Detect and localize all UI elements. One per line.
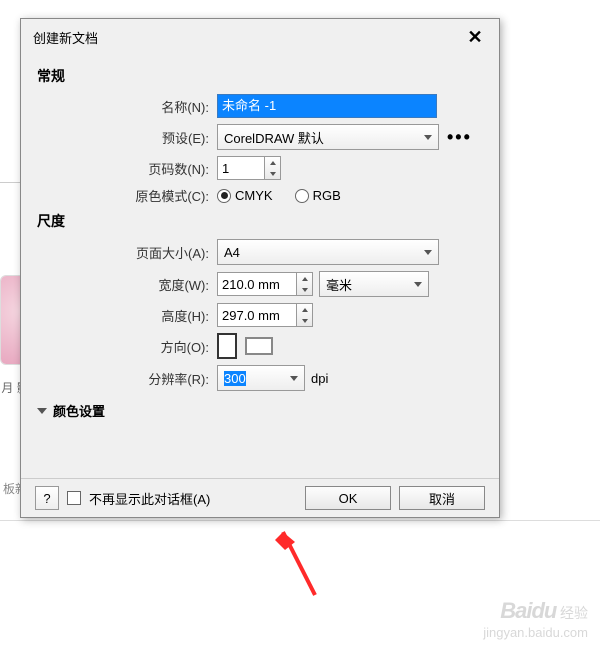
- section-general: 常规: [37, 66, 483, 86]
- help-button[interactable]: ?: [35, 486, 59, 510]
- chevron-down-icon: [424, 135, 432, 140]
- height-spinner[interactable]: 297.0 mm: [217, 303, 313, 327]
- new-document-dialog: 创建新文档 ✕ 常规 名称(N): 未命名 -1 预设(E): CorelDRA…: [20, 18, 500, 518]
- radio-cmyk[interactable]: CMYK: [217, 188, 273, 203]
- width-spinner[interactable]: 210.0 mm: [217, 272, 313, 296]
- radio-icon: [295, 189, 309, 203]
- spin-down-icon[interactable]: [297, 284, 312, 295]
- spin-down-icon[interactable]: [297, 315, 312, 326]
- resolution-label: 分辨率(R):: [37, 369, 217, 388]
- section-size: 尺度: [37, 211, 483, 231]
- page-size-combo[interactable]: A4: [217, 239, 439, 265]
- width-label: 宽度(W):: [37, 275, 217, 294]
- color-mode-label: 原色模式(C):: [37, 186, 217, 205]
- preset-label: 预设(E):: [37, 128, 217, 147]
- dont-show-label[interactable]: 不再显示此对话框(A): [89, 489, 210, 508]
- annotation-arrow: [265, 520, 325, 600]
- titlebar: 创建新文档 ✕: [21, 19, 499, 56]
- spin-down-icon[interactable]: [265, 168, 280, 179]
- pages-label: 页码数(N):: [37, 159, 217, 178]
- section-color-settings[interactable]: 颜色设置: [37, 401, 483, 420]
- radio-rgb[interactable]: RGB: [295, 188, 341, 203]
- preset-combo[interactable]: CorelDRAW 默认: [217, 124, 439, 150]
- page-size-label: 页面大小(A):: [37, 243, 217, 262]
- orientation-portrait[interactable]: [217, 333, 237, 359]
- chevron-down-icon: [414, 282, 422, 287]
- ok-button[interactable]: OK: [305, 486, 391, 510]
- spin-up-icon[interactable]: [297, 273, 312, 284]
- dialog-footer: ? 不再显示此对话框(A) OK 取消: [21, 478, 499, 517]
- spin-up-icon[interactable]: [297, 304, 312, 315]
- cancel-button[interactable]: 取消: [399, 486, 485, 510]
- watermark: Baidu 经验 jingyan.baidu.com: [483, 597, 588, 642]
- height-label: 高度(H):: [37, 306, 217, 325]
- orientation-label: 方向(O):: [37, 337, 217, 356]
- pages-spinner[interactable]: 1: [217, 156, 281, 180]
- resolution-unit: dpi: [311, 371, 328, 386]
- dialog-title: 创建新文档: [33, 28, 98, 47]
- caret-down-icon: [37, 408, 47, 414]
- chevron-down-icon: [424, 250, 432, 255]
- name-label: 名称(N):: [37, 97, 217, 116]
- close-button[interactable]: ✕: [463, 27, 487, 48]
- spin-up-icon[interactable]: [265, 157, 280, 168]
- unit-combo[interactable]: 毫米: [319, 271, 429, 297]
- orientation-landscape[interactable]: [245, 337, 273, 355]
- resolution-combo[interactable]: 300: [217, 365, 305, 391]
- radio-icon: [217, 189, 231, 203]
- preset-more-button[interactable]: •••: [447, 127, 472, 148]
- name-input[interactable]: 未命名 -1: [217, 94, 437, 118]
- chevron-down-icon: [290, 376, 298, 381]
- dont-show-checkbox[interactable]: [67, 491, 81, 505]
